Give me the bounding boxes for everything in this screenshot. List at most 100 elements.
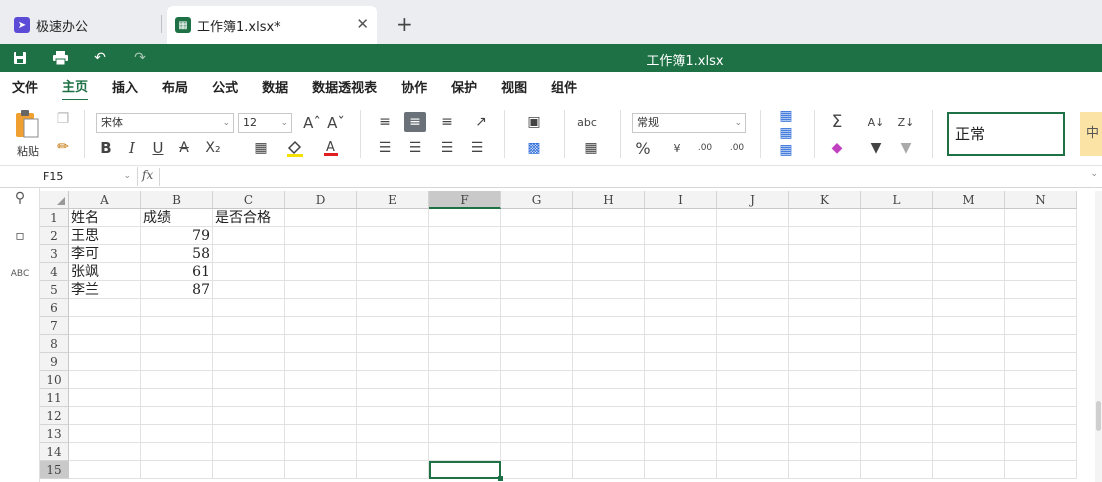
row-header-2[interactable]: 2: [40, 227, 69, 245]
cell-g13[interactable]: [501, 425, 573, 443]
cell-n3[interactable]: [1005, 245, 1077, 263]
cell-a15[interactable]: [69, 461, 141, 479]
cell-b5[interactable]: 87: [141, 281, 213, 299]
cell-i5[interactable]: [645, 281, 717, 299]
decrease-font-icon[interactable]: Aˇ: [326, 113, 346, 133]
cell-a10[interactable]: [69, 371, 141, 389]
cell-a2[interactable]: 王思: [69, 227, 141, 245]
cell-g11[interactable]: [501, 389, 573, 407]
increase-decimal-icon[interactable]: .00: [694, 138, 716, 158]
cell-m10[interactable]: [933, 371, 1005, 389]
cell-m1[interactable]: [933, 209, 1005, 227]
cell-m3[interactable]: [933, 245, 1005, 263]
align-bottom-icon[interactable]: ≡: [436, 112, 458, 132]
close-icon[interactable]: ✕: [356, 15, 369, 33]
comment-icon[interactable]: ▫: [10, 226, 30, 246]
cell-l6[interactable]: [861, 299, 933, 317]
cell-h8[interactable]: [573, 335, 645, 353]
cell-c8[interactable]: [213, 335, 285, 353]
column-header-h[interactable]: H: [573, 191, 645, 209]
justify-icon[interactable]: ☰: [466, 138, 488, 158]
cell-style-normal[interactable]: 正常: [947, 112, 1065, 156]
cell-a12[interactable]: [69, 407, 141, 425]
cell-f3[interactable]: [429, 245, 501, 263]
cell-i13[interactable]: [645, 425, 717, 443]
save-icon[interactable]: [11, 49, 29, 67]
cell-e1[interactable]: [357, 209, 429, 227]
cell-j3[interactable]: [717, 245, 789, 263]
cell-d15[interactable]: [285, 461, 357, 479]
row-header-10[interactable]: 10: [40, 371, 69, 389]
cell-a6[interactable]: [69, 299, 141, 317]
cell-b9[interactable]: [141, 353, 213, 371]
cell-m11[interactable]: [933, 389, 1005, 407]
print-icon[interactable]: [51, 49, 69, 67]
cell-d6[interactable]: [285, 299, 357, 317]
copy-icon[interactable]: ❐: [54, 110, 72, 128]
cell-e15[interactable]: [357, 461, 429, 479]
cell-a9[interactable]: [69, 353, 141, 371]
row-header-15[interactable]: 15: [40, 461, 69, 479]
cell-n9[interactable]: [1005, 353, 1077, 371]
menu-layout[interactable]: 布局: [162, 73, 188, 100]
tab-home[interactable]: ➤ 极速办公: [8, 6, 160, 44]
cell-h1[interactable]: [573, 209, 645, 227]
cell-k3[interactable]: [789, 245, 861, 263]
expand-formula-icon[interactable]: ⌄: [1090, 169, 1098, 179]
cell-h3[interactable]: [573, 245, 645, 263]
menu-formula[interactable]: 公式: [212, 73, 238, 100]
redo-icon[interactable]: ↷: [131, 49, 149, 67]
cell-a4[interactable]: 张飒: [69, 263, 141, 281]
cell-e4[interactable]: [357, 263, 429, 281]
menu-data[interactable]: 数据: [262, 73, 288, 100]
cell-h4[interactable]: [573, 263, 645, 281]
cell-m12[interactable]: [933, 407, 1005, 425]
cell-k1[interactable]: [789, 209, 861, 227]
text-orientation-icon[interactable]: ↗: [466, 112, 496, 132]
cell-c7[interactable]: [213, 317, 285, 335]
cell-e11[interactable]: [357, 389, 429, 407]
menu-insert[interactable]: 插入: [112, 73, 138, 100]
cell-m6[interactable]: [933, 299, 1005, 317]
cell-c10[interactable]: [213, 371, 285, 389]
cell-b11[interactable]: [141, 389, 213, 407]
italic-icon[interactable]: I: [122, 138, 142, 158]
column-header-d[interactable]: D: [285, 191, 357, 209]
cell-k15[interactable]: [789, 461, 861, 479]
cell-f15[interactable]: [429, 461, 503, 481]
row-header-11[interactable]: 11: [40, 389, 69, 407]
fill-color-icon[interactable]: [282, 138, 308, 158]
cell-b15[interactable]: [141, 461, 213, 479]
sort-asc-icon[interactable]: A↓: [866, 112, 886, 132]
row-header-7[interactable]: 7: [40, 317, 69, 335]
cell-n15[interactable]: [1005, 461, 1077, 479]
cell-c11[interactable]: [213, 389, 285, 407]
currency-icon[interactable]: ¥: [664, 138, 690, 158]
cell-f5[interactable]: [429, 281, 501, 299]
cell-c9[interactable]: [213, 353, 285, 371]
row-header-13[interactable]: 13: [40, 425, 69, 443]
cell-c15[interactable]: [213, 461, 285, 479]
cell-h15[interactable]: [573, 461, 645, 479]
cell-l3[interactable]: [861, 245, 933, 263]
cell-m7[interactable]: [933, 317, 1005, 335]
column-header-m[interactable]: M: [933, 191, 1005, 209]
cell-f14[interactable]: [429, 443, 501, 461]
cell-l14[interactable]: [861, 443, 933, 461]
row-header-9[interactable]: 9: [40, 353, 69, 371]
cell-h9[interactable]: [573, 353, 645, 371]
cell-h6[interactable]: [573, 299, 645, 317]
column-header-i[interactable]: I: [645, 191, 717, 209]
clear-filter-icon[interactable]: ▼: [896, 138, 916, 158]
cell-f12[interactable]: [429, 407, 501, 425]
cell-j9[interactable]: [717, 353, 789, 371]
cell-f13[interactable]: [429, 425, 501, 443]
cell-g6[interactable]: [501, 299, 573, 317]
cell-j5[interactable]: [717, 281, 789, 299]
cell-e5[interactable]: [357, 281, 429, 299]
cell-k6[interactable]: [789, 299, 861, 317]
cell-n6[interactable]: [1005, 299, 1077, 317]
spellcheck-icon[interactable]: ABC: [10, 264, 30, 284]
cell-i2[interactable]: [645, 227, 717, 245]
table-format-icon[interactable]: ▦: [576, 138, 606, 158]
